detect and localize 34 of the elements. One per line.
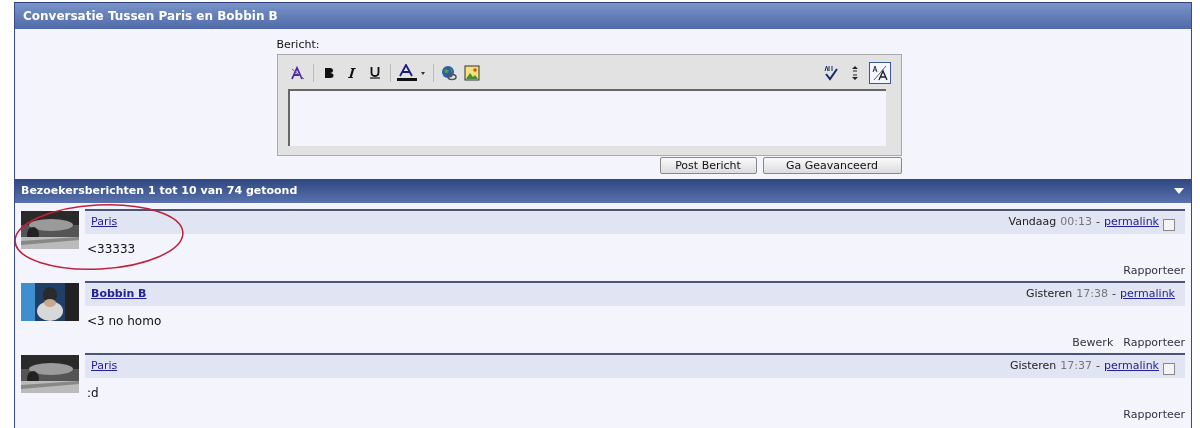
action-link[interactable]: Rapporteer: [1123, 406, 1185, 423]
form-button[interactable]: Ga Geavanceerd: [762, 156, 902, 174]
action-link[interactable]: Rapporteer: [1123, 262, 1185, 279]
permalink-link[interactable]: permalink: [1120, 286, 1175, 303]
message-text: <33333: [86, 241, 137, 258]
post-date: Gisteren: [1009, 358, 1057, 375]
post-date: Vandaag: [1008, 214, 1057, 231]
text-color-icon[interactable]: [395, 62, 428, 83]
section-title: Bezoekersberichten 1 tot 10 van 74 getoond: [21, 182, 298, 199]
post-time: 00:13: [1060, 214, 1092, 231]
author-link[interactable]: Paris: [91, 358, 118, 375]
title-bar: Conversatie Tussen Paris en Bobbin B: [15, 2, 1191, 29]
message-text: :d: [86, 385, 100, 402]
dash: -: [1112, 286, 1116, 303]
post-time: 17:37: [1060, 358, 1092, 375]
select-checkbox[interactable]: [1163, 219, 1175, 231]
permalink-link[interactable]: permalink: [1104, 214, 1159, 231]
author-link[interactable]: Paris: [91, 214, 118, 231]
dash: -: [1096, 214, 1100, 231]
image-icon[interactable]: [461, 62, 482, 83]
dash: -: [1096, 358, 1100, 375]
field-label: Bericht:: [276, 37, 321, 53]
author-link[interactable]: Bobbin B: [91, 286, 147, 303]
select-checkbox[interactable]: [1163, 363, 1175, 375]
message-text: <3 no homo: [86, 313, 163, 330]
message-input[interactable]: [287, 88, 886, 146]
collapse-icon[interactable]: [1173, 186, 1185, 196]
post-time: 17:38: [1076, 286, 1108, 303]
form-button[interactable]: Post Bericht: [659, 156, 757, 174]
post-date: Gisteren: [1025, 286, 1073, 303]
action-link[interactable]: Bewerk: [1072, 334, 1114, 351]
font-size-icon[interactable]: [868, 61, 891, 84]
action-link[interactable]: Rapporteer: [1123, 334, 1185, 351]
permalink-link[interactable]: permalink: [1104, 358, 1159, 375]
